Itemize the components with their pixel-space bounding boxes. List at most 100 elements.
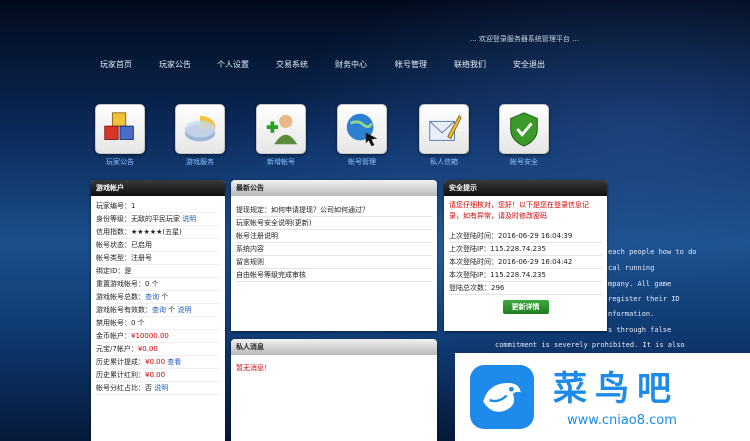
row-label: 历史累计提成： bbox=[96, 358, 145, 366]
account-row: 历史累计提成：¥0.00 查看 bbox=[96, 356, 220, 369]
account-row: 帐号状态：已启用 bbox=[96, 239, 220, 252]
login-info-row: 上次登陆时间：2016-06-29 16:04:39 bbox=[449, 230, 602, 243]
quick-label: 私人信箱 bbox=[430, 158, 458, 166]
nav-contact[interactable]: 联络我们 bbox=[454, 59, 498, 71]
row-value: 个 bbox=[168, 306, 176, 314]
account-row: 帐号类型：注册号 bbox=[96, 252, 220, 265]
query-link[interactable]: 查询 bbox=[145, 293, 159, 301]
row-value: 注册号 bbox=[131, 254, 152, 262]
quick-game-service[interactable]: 游戏服务 bbox=[170, 104, 230, 167]
pie-chart-icon bbox=[175, 104, 225, 154]
account-row: 信用指数：★★★★★(五星) bbox=[96, 226, 220, 239]
globe-cursor-icon bbox=[337, 104, 387, 154]
security-warning: 请您仔细核对，您好！以下是您在登录信息记录，如有异常，请及时修改密码 bbox=[449, 201, 589, 220]
background-text: cal running bbox=[608, 264, 655, 272]
announcement-item: 系统内容 bbox=[236, 243, 432, 256]
row-label: 游戏帐号总数： bbox=[96, 293, 145, 301]
cubes-icon bbox=[95, 104, 145, 154]
row-value: 否 bbox=[145, 384, 152, 392]
row-label: 上次登陆时间： bbox=[449, 232, 498, 240]
mail-icon bbox=[419, 104, 469, 154]
account-row: 绑定ID：是 bbox=[96, 265, 220, 278]
row-label: 玩家编号： bbox=[96, 202, 131, 210]
row-value: 2016-06-29 16:04:42 bbox=[498, 258, 573, 266]
row-value: 115.228.74.235 bbox=[490, 245, 546, 253]
announcement-link[interactable]: 帐号注册说明 bbox=[236, 232, 278, 240]
nav-announcements[interactable]: 玩家公告 bbox=[159, 59, 202, 71]
row-value: ¥0.00 bbox=[145, 371, 166, 379]
announcement-link[interactable]: 自由帐号等级完成审核 bbox=[236, 271, 306, 279]
quick-label: 游戏服务 bbox=[186, 158, 214, 166]
nav-finance[interactable]: 财务中心 bbox=[335, 59, 380, 71]
announcement-link[interactable]: 玩家帐号安全说明(更新) bbox=[236, 219, 311, 227]
row-label: 本次登陆时间： bbox=[449, 258, 498, 266]
account-row: 游戏帐号有效数：查询 个 说明 bbox=[96, 304, 220, 317]
announcement-item: 自由帐号等级完成审核 bbox=[236, 269, 432, 282]
row-value: ¥10000.00 bbox=[131, 332, 169, 340]
quick-add-account[interactable]: 新增帐号 bbox=[251, 104, 311, 167]
nav-logout[interactable]: 安全退出 bbox=[513, 59, 557, 71]
row-value: 296 bbox=[491, 284, 505, 292]
row-label: 金币帐户： bbox=[96, 332, 131, 340]
account-row: 玩家编号：1 bbox=[96, 200, 220, 213]
account-row: 元宝/7帐户：¥0.00 bbox=[96, 343, 220, 356]
row-label: 元宝/7帐户： bbox=[96, 345, 138, 353]
main-nav: 玩家首页 玩家公告 个人设置 交易系统 财务中心 帐号管理 联络我们 安全退出 bbox=[100, 59, 572, 71]
announcement-item: 帐号注册说明 bbox=[236, 230, 432, 243]
quick-account-manage[interactable]: 帐号管理 bbox=[332, 104, 392, 167]
announcement-item: 玩家帐号安全说明(更新) bbox=[236, 217, 432, 230]
row-value: 是 bbox=[124, 267, 132, 275]
announcement-link[interactable]: 提现规定：如何申请提现？公司如何通过？ bbox=[236, 206, 369, 214]
background-text: s through false bbox=[608, 326, 672, 334]
query-link[interactable]: 查询 bbox=[152, 306, 166, 314]
row-label: 帐号状态： bbox=[96, 241, 131, 249]
announcement-link[interactable]: 留言规则 bbox=[236, 258, 264, 266]
account-row: 游戏帐号总数：查询 个 bbox=[96, 291, 220, 304]
background-text: mpany. All game bbox=[608, 280, 672, 288]
account-row: 禁用帐号：0 个 bbox=[96, 317, 220, 330]
row-label: 游戏帐号有效数： bbox=[96, 306, 152, 314]
nav-account-management[interactable]: 帐号管理 bbox=[395, 59, 439, 71]
row-value: 个 bbox=[161, 293, 169, 301]
announcement-link[interactable]: 系统内容 bbox=[236, 245, 264, 253]
explain-link[interactable]: 说明 bbox=[154, 384, 168, 392]
row-label: 重置游戏帐号： bbox=[96, 280, 145, 288]
announcement-item: 留言规则 bbox=[236, 256, 432, 269]
row-label: 帐号类型： bbox=[96, 254, 131, 262]
login-info-row: 本次登陆IP：115.228.74.235 bbox=[449, 269, 602, 282]
row-label: 身份等级： bbox=[96, 215, 131, 223]
update-details-button[interactable]: 更新详情 bbox=[502, 300, 549, 314]
account-panel-title: 游戏帐户 bbox=[91, 180, 225, 196]
login-info-row: 登陆总次数：296 bbox=[449, 282, 602, 295]
row-label: 登陆总次数： bbox=[449, 284, 491, 292]
row-value: 0 个 bbox=[131, 319, 145, 327]
quick-private-mail[interactable]: 私人信箱 bbox=[414, 104, 474, 167]
brand-watermark: 菜鸟吧 www.cniao8.com bbox=[455, 353, 750, 441]
explain-link[interactable]: 说明 bbox=[177, 306, 191, 314]
quick-account-security[interactable]: 帐号安全 bbox=[494, 104, 554, 167]
quick-label: 新增帐号 bbox=[267, 158, 295, 166]
view-link[interactable]: 查看 bbox=[167, 358, 181, 366]
row-label: 历史累计红利： bbox=[96, 371, 145, 379]
row-label: 上次登陆IP： bbox=[449, 245, 491, 253]
nav-home[interactable]: 玩家首页 bbox=[100, 59, 144, 71]
quick-label: 帐号安全 bbox=[510, 158, 538, 166]
background-text: commitment is severely prohibited. It is… bbox=[495, 341, 685, 349]
nav-trading[interactable]: 交易系统 bbox=[276, 59, 320, 71]
brand-name: 菜鸟吧 bbox=[553, 369, 679, 409]
announcement-panel: 最新公告 提现规定：如何申请提现？公司如何通过？ 玩家帐号安全说明(更新) 帐号… bbox=[231, 180, 437, 331]
account-row: 重置游戏帐号：0 个 bbox=[96, 278, 220, 291]
account-row: 历史累计红利：¥0.00 bbox=[96, 369, 220, 382]
login-info-row: 上次登陆IP：115.228.74.235 bbox=[449, 243, 602, 256]
row-value: 1 bbox=[131, 202, 136, 210]
nav-personal-settings[interactable]: 个人设置 bbox=[217, 59, 261, 71]
explain-link[interactable]: 说明 bbox=[182, 215, 196, 223]
account-panel: 游戏帐户 玩家编号：1 身份等级：无敌的平民玩家 说明 信用指数：★★★★★(五… bbox=[91, 180, 225, 441]
bird-logo-icon bbox=[470, 365, 534, 429]
row-value: 0 个 bbox=[145, 280, 159, 288]
security-panel-title: 安全提示 bbox=[444, 180, 607, 196]
background-text: nformation. bbox=[608, 310, 655, 318]
quick-announcements[interactable]: 玩家公告 bbox=[90, 104, 150, 167]
row-label: 禁用帐号： bbox=[96, 319, 131, 327]
shield-icon bbox=[499, 104, 549, 154]
